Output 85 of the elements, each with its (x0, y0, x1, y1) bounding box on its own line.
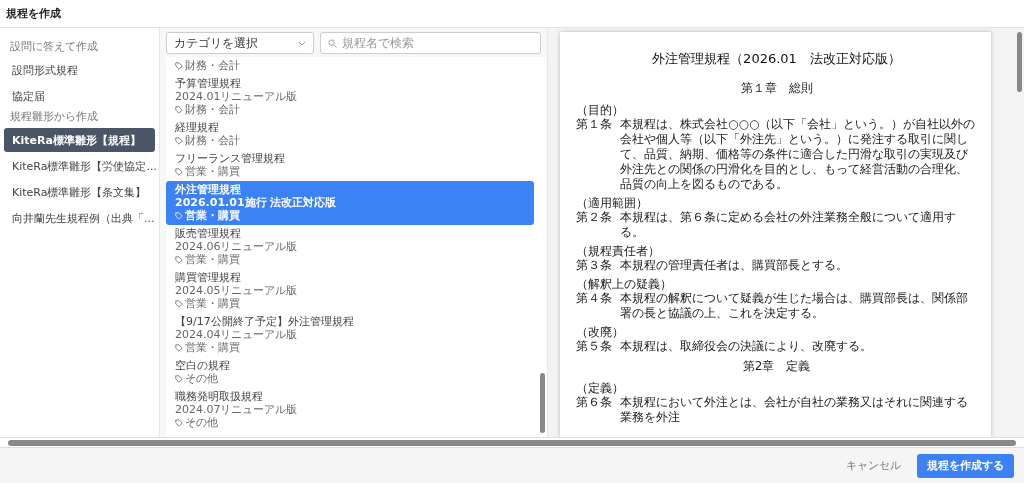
article-caption: （解釈上の疑義） (576, 277, 673, 291)
template-title: 経理規程 (175, 121, 220, 134)
scrollbar-thumb[interactable] (540, 373, 545, 433)
tag-icon (175, 374, 183, 383)
chapter-heading: 第１章 総則 (739, 80, 814, 97)
template-tag: 営業・購買 (185, 341, 240, 354)
article-caption: （定義） (576, 381, 625, 395)
article-text: 本規程の解釈について疑義が生じた場合は、購買部長は、関係部署の長と協議の上、これを決定する。 (620, 291, 969, 321)
template-tag: その他 (185, 372, 218, 385)
tag-icon (175, 299, 183, 308)
group-label: 規程雛形から作成 (10, 110, 99, 124)
article-caption: （目的） (576, 103, 625, 117)
template-item[interactable]: 財務・会計 (166, 57, 534, 75)
create-button[interactable]: 規程を作成する (917, 453, 1014, 478)
template-title: フリーランス管理規程 (175, 152, 286, 165)
article-text: 本規程は、株式会社○○○（以下「会社」という。）が自社以外の会社や個人等（以下「外注先」という。）に発注する取引に関して、品質、納期、価格等の条件に適合した円滑な取引の実現及び外注先との関係の円滑化を目的とし、もって経営活動の合理化、品質の向上を図るものである。 (620, 117, 977, 192)
template-tag: 財務・会計 (185, 59, 240, 72)
tag-icon (175, 105, 183, 114)
article-text: 本規程は、第６条に定める会社の外注業務全般について適用する。 (620, 210, 957, 240)
tag-icon (175, 211, 183, 220)
sidebar-item[interactable]: KiteRa標準雛形【条文集】 (4, 180, 155, 204)
template-version: 2024.05リニューアル版 (175, 284, 299, 297)
template-item[interactable]: 職務発明取扱規程 2024.07リニューアル版 その他 (166, 388, 534, 432)
tag-icon (175, 61, 183, 70)
cancel-button[interactable]: キャンセル (840, 452, 907, 479)
template-tag: 営業・購買 (185, 165, 240, 178)
template-item[interactable]: フリーランス管理規程 営業・購買 (166, 150, 534, 181)
article-text: 本規程の管理責任者は、購買部長とする。 (620, 258, 849, 273)
article-number: 第５条 (576, 339, 613, 354)
tag-icon (175, 343, 183, 352)
sidebar-item[interactable]: KiteRa標準雛形【規程】 (4, 128, 155, 152)
template-tag: 営業・購買 (185, 297, 240, 310)
article-text: 本規程において外注とは、会社が自社の業務又はそれに関連する業務を外注 (620, 395, 969, 425)
template-item[interactable]: 経理規程 財務・会計 (166, 119, 534, 150)
tag-icon (175, 418, 183, 427)
template-version: 2024.07リニューアル版 (175, 403, 299, 416)
template-item[interactable]: 空白の規程 その他 (166, 357, 534, 388)
article-number: 第１条 (576, 117, 613, 133)
scrollbar-thumb[interactable] (1017, 32, 1022, 92)
template-item[interactable]: 予算管理規程 2024.01リニューアル版 財務・会計 (166, 75, 534, 119)
template-title: 職務発明取扱規程 (175, 390, 264, 403)
template-title: 予算管理規程 (175, 77, 242, 90)
template-version: 2024.01リニューアル版 (175, 90, 299, 103)
template-title: 【9/17公開終了予定】外注管理規程 (175, 315, 355, 328)
template-title: 外注管理規程 (175, 183, 242, 196)
template-title: 購買管理規程 (175, 271, 242, 284)
search-field[interactable]: 規程名で検索 (320, 32, 541, 54)
template-tag: 営業・購買 (185, 209, 240, 222)
sidebar-item[interactable]: 向井蘭先生規程例（出典「... (4, 206, 155, 230)
sidebar-item[interactable]: KiteRa標準雛形【労使協定... (4, 154, 155, 178)
tag-icon (175, 136, 183, 145)
article-number: 第６条 (576, 395, 613, 411)
search-icon (328, 38, 337, 48)
article-text: 本規程は、取締役会の決議により、改廃する。 (620, 339, 873, 354)
article-caption: （規程責任者） (576, 244, 661, 258)
sidebar-item[interactable]: 設問形式規程 (4, 58, 155, 82)
template-tag: その他 (185, 416, 218, 429)
window-title: 規程を作成 (6, 6, 61, 21)
sidebar-item[interactable]: 協定届 (4, 84, 155, 108)
article-caption: （改廃） (576, 325, 625, 339)
template-tag: 財務・会計 (185, 103, 240, 116)
tag-icon (175, 255, 183, 264)
template-version: 2024.04リニューアル版 (175, 328, 299, 341)
template-title: 販売管理規程 (175, 227, 242, 240)
template-tag: 営業・購買 (185, 253, 240, 266)
template-item[interactable]: 購買管理規程 2024.05リニューアル版 営業・購買 (166, 269, 534, 313)
template-item[interactable]: 販売管理規程 2024.06リニューアル版 営業・購買 (166, 225, 534, 269)
category-select[interactable]: カテゴリを選択 (166, 32, 314, 54)
group-label: 設問に答えて作成 (10, 40, 99, 54)
template-version: 2024.06リニューアル版 (175, 240, 299, 253)
article-number: 第２条 (576, 210, 613, 226)
template-item[interactable]: 外注管理規程 2026.01.01施行 法改正対応版 営業・購買 (166, 181, 534, 225)
document-title: 外注管理規程（2026.01 法改正対応版） (651, 50, 902, 68)
template-tag: 財務・会計 (185, 134, 240, 147)
template-item[interactable]: 【9/17公開終了予定】外注管理規程 2024.04リニューアル版 営業・購買 (166, 313, 534, 357)
chapter-heading: 第2章 定義 (741, 358, 812, 375)
scrollbar-thumb[interactable] (8, 439, 1016, 446)
article-number: 第４条 (576, 291, 613, 307)
template-title: 空白の規程 (175, 359, 231, 372)
article-caption: （適用範囲） (576, 196, 649, 210)
template-version: 2026.01.01施行 法改正対応版 (175, 196, 338, 209)
article-number: 第３条 (576, 258, 613, 273)
chevron-down-icon (298, 40, 306, 46)
tag-icon (175, 167, 183, 176)
search-input[interactable]: 規程名で検索 (342, 36, 533, 50)
